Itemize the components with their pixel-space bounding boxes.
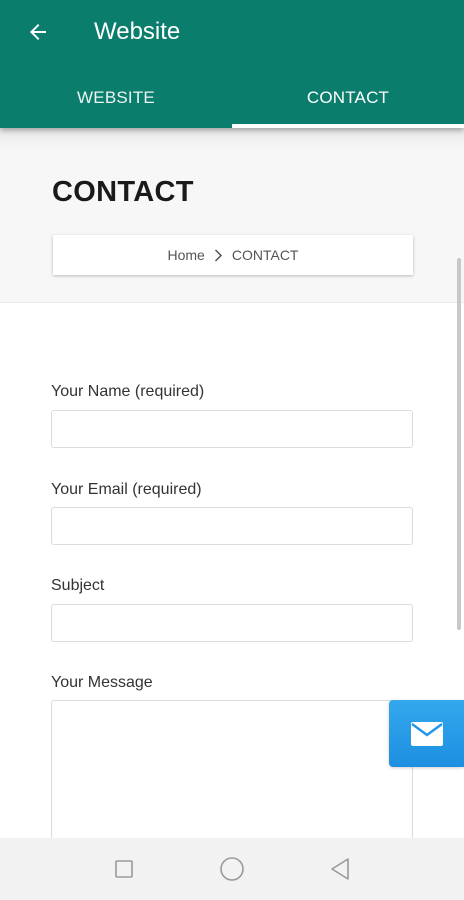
tab-contact[interactable]: CONTACT xyxy=(232,68,464,128)
breadcrumb-current: CONTACT xyxy=(231,247,299,263)
name-field[interactable] xyxy=(51,410,413,448)
app-bar: Website WEBSITE CONTACT xyxy=(0,0,464,128)
name-label: Your Name (required) xyxy=(51,383,205,400)
tab-bar: WEBSITE CONTACT xyxy=(0,68,464,128)
email-label: Your Email (required) xyxy=(51,481,202,498)
recents-button[interactable] xyxy=(109,854,139,884)
email-field[interactable] xyxy=(51,507,413,545)
tab-website[interactable]: WEBSITE xyxy=(0,68,232,128)
message-field[interactable] xyxy=(51,700,413,860)
scrollbar[interactable] xyxy=(457,258,461,630)
breadcrumb-home-link[interactable]: Home xyxy=(168,247,205,263)
back-button[interactable] xyxy=(20,14,56,50)
circle-icon xyxy=(220,857,244,881)
app-title: Website xyxy=(94,18,181,45)
message-label: Your Message xyxy=(51,674,153,691)
tab-website-label: WEBSITE xyxy=(77,88,155,107)
envelope-icon xyxy=(410,721,443,746)
back-nav-button[interactable] xyxy=(325,854,355,884)
system-nav-bar xyxy=(0,838,464,900)
arrow-left-icon xyxy=(30,24,46,40)
subject-label: Subject xyxy=(51,577,105,594)
page-header: CONTACT Home CONTACT xyxy=(0,128,464,303)
square-icon xyxy=(115,860,133,878)
home-button[interactable] xyxy=(217,854,247,884)
page-title: CONTACT xyxy=(52,176,194,208)
mail-button[interactable] xyxy=(389,700,464,767)
subject-field[interactable] xyxy=(51,604,413,642)
triangle-left-icon xyxy=(331,858,349,880)
tab-contact-label: CONTACT xyxy=(306,88,390,107)
breadcrumb: Home CONTACT xyxy=(53,235,413,275)
chevron-right-icon xyxy=(214,248,223,262)
tab-indicator xyxy=(232,124,464,128)
